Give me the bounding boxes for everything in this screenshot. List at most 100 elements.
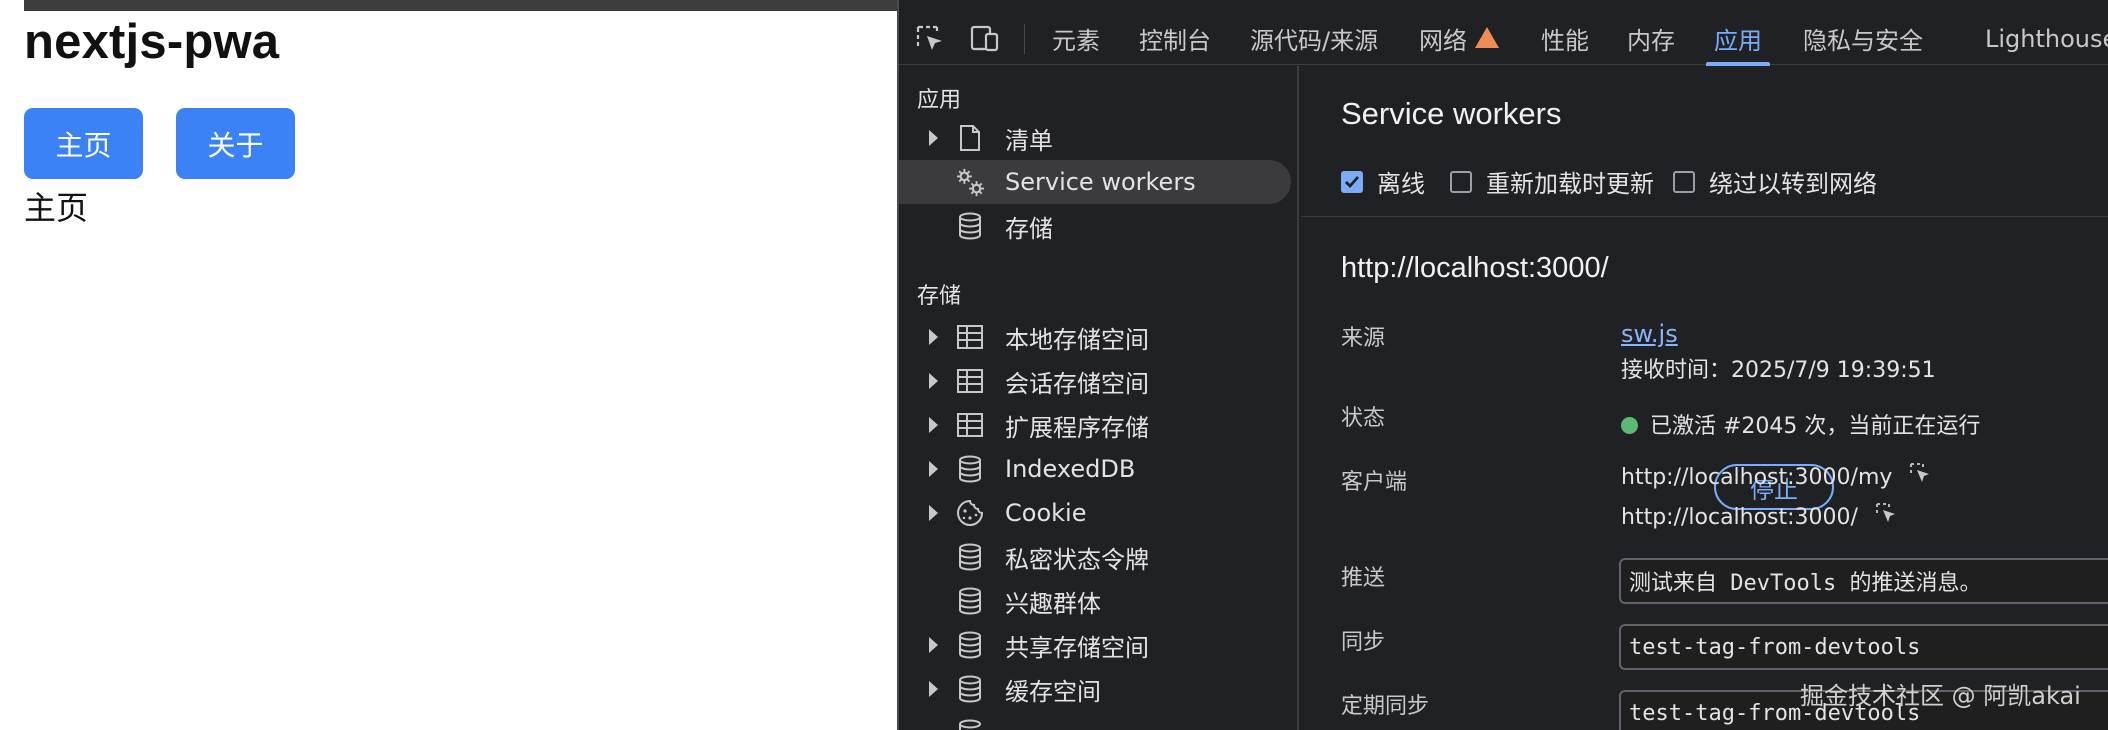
- sidebar-item-session-storage[interactable]: 会话存储空间: [899, 359, 1291, 403]
- status-running-icon: [1621, 416, 1638, 434]
- tab-lighthouse[interactable]: Lighthouse: [1985, 12, 2108, 65]
- tab-privacy-security[interactable]: 隐私与安全: [1803, 12, 1923, 65]
- source-link[interactable]: sw.js: [1621, 320, 1678, 348]
- checkbox-unchecked-icon[interactable]: [1673, 170, 1695, 193]
- offline-checkbox[interactable]: 离线: [1341, 164, 1425, 199]
- expand-arrow-icon[interactable]: [929, 373, 938, 389]
- sidebar-item-partial[interactable]: [899, 711, 1291, 730]
- tab-label: 隐私与安全: [1803, 27, 1923, 55]
- tab-label: 控制台: [1139, 27, 1211, 55]
- sidebar-item-label: 存储: [1005, 214, 1053, 243]
- sidebar-item-cache-storage[interactable]: 缓存空间: [899, 667, 1291, 711]
- sidebar-item-label: 缓存空间: [1005, 677, 1101, 706]
- checkbox-label: 绕过以转到网络: [1709, 170, 1877, 198]
- sidebar-item-label: Cookie: [1005, 499, 1087, 527]
- sidebar-item-label: 扩展程序存储: [1005, 413, 1149, 442]
- bypass-for-network-checkbox[interactable]: 绕过以转到网络: [1673, 164, 1877, 199]
- tab-console[interactable]: 控制台: [1139, 12, 1211, 65]
- checkbox-checked-icon[interactable]: [1341, 170, 1363, 193]
- sidebar-section-application: 应用: [917, 88, 962, 113]
- sidebar-item-label: 本地存储空间: [1005, 325, 1149, 354]
- database-icon: [955, 718, 985, 730]
- sidebar-item-indexeddb[interactable]: IndexedDB: [899, 447, 1291, 491]
- sw-origin: http://localhost:3000/: [1341, 252, 1609, 284]
- inspect-element-icon[interactable]: [913, 22, 947, 56]
- sync-label: 同步: [1341, 630, 1386, 655]
- database-icon: [955, 211, 985, 241]
- expand-arrow-icon[interactable]: [929, 329, 938, 345]
- sidebar-item-manifest[interactable]: 清单: [899, 116, 1291, 160]
- database-icon: [955, 454, 985, 484]
- status-text: 已激活 #2045 次，当前正在运行: [1650, 414, 1981, 439]
- source-label: 来源: [1341, 326, 1386, 351]
- periodic-sync-label: 定期同步: [1341, 694, 1430, 719]
- focus-client-icon[interactable]: [1875, 502, 1897, 530]
- device-toolbar-icon[interactable]: [967, 22, 1001, 56]
- tab-application[interactable]: 应用: [1706, 12, 1770, 66]
- sidebar-item-label: Service workers: [1005, 168, 1196, 196]
- tab-label: 应用: [1714, 27, 1762, 55]
- sidebar-item-label: 私密状态令牌: [1005, 545, 1149, 574]
- clients-label: 客户端: [1341, 470, 1408, 495]
- document-icon: [955, 123, 985, 153]
- tab-memory[interactable]: 内存: [1627, 12, 1675, 65]
- push-label: 推送: [1341, 566, 1386, 591]
- tab-network[interactable]: 网络: [1419, 12, 1499, 65]
- database-icon: [955, 674, 985, 704]
- toolbar-separator: [1024, 24, 1025, 54]
- status-label: 状态: [1341, 406, 1386, 431]
- service-workers-panel: Service workers 离线 重新加载时更新 绕过以转到网络 http:…: [1301, 66, 2108, 730]
- cookie-icon: [955, 498, 985, 528]
- tab-performance[interactable]: 性能: [1541, 12, 1589, 65]
- expand-arrow-icon[interactable]: [929, 130, 938, 146]
- expand-arrow-icon[interactable]: [929, 681, 938, 697]
- client-url: http://localhost:3000/my: [1621, 465, 1893, 490]
- checkbox-label: 离线: [1377, 170, 1425, 198]
- sidebar-item-service-workers[interactable]: Service workers: [899, 160, 1291, 204]
- expand-arrow-icon[interactable]: [929, 505, 938, 521]
- table-icon: [955, 410, 985, 440]
- tab-label: 源代码/来源: [1250, 27, 1379, 55]
- table-icon: [955, 322, 985, 352]
- home-button[interactable]: 主页: [24, 108, 143, 179]
- tab-label: Lighthouse: [1985, 24, 2108, 53]
- gears-icon: [955, 167, 985, 197]
- database-icon: [955, 586, 985, 616]
- tab-label: 网络: [1419, 27, 1467, 55]
- sidebar-item-private-state-tokens[interactable]: 私密状态令牌: [899, 535, 1291, 579]
- watermark: 掘金技术社区 @ 阿凯akai: [1800, 682, 2081, 710]
- database-icon: [955, 542, 985, 572]
- update-on-reload-checkbox[interactable]: 重新加载时更新: [1450, 164, 1654, 199]
- database-icon: [955, 630, 985, 660]
- expand-arrow-icon[interactable]: [929, 461, 938, 477]
- expand-arrow-icon[interactable]: [929, 417, 938, 433]
- sidebar-item-storage[interactable]: 存储: [899, 204, 1291, 248]
- tab-sources[interactable]: 源代码/来源: [1250, 12, 1378, 65]
- devtools-toolbar: 元素 控制台 源代码/来源 网络 性能 内存 应用 隐私与安全 Lighthou…: [899, 12, 2108, 66]
- client-url: http://localhost:3000/: [1621, 505, 1858, 530]
- page-content: 主页: [24, 189, 89, 227]
- sidebar-section-storage: 存储: [917, 284, 962, 309]
- focus-client-icon[interactable]: [1909, 462, 1931, 490]
- sidebar-item-local-storage[interactable]: 本地存储空间: [899, 315, 1291, 359]
- sidebar-item-label: 会话存储空间: [1005, 369, 1149, 398]
- sync-tag-input[interactable]: test-tag-from-devtools: [1619, 624, 2108, 670]
- sidebar-item-label: 共享存储空间: [1005, 633, 1149, 662]
- web-page: nextjs-pwa 主页 关于 主页: [0, 0, 897, 730]
- page-top-bar: [24, 0, 897, 11]
- sidebar-item-label: 兴趣群体: [1005, 589, 1101, 618]
- expand-arrow-icon[interactable]: [929, 637, 938, 653]
- sidebar-item-shared-storage[interactable]: 共享存储空间: [899, 623, 1291, 667]
- sidebar-item-interest-groups[interactable]: 兴趣群体: [899, 579, 1291, 623]
- push-message-input[interactable]: 测试来自 DevTools 的推送消息。: [1619, 558, 2108, 604]
- tab-label: 内存: [1627, 27, 1675, 55]
- panel-title: Service workers: [1341, 96, 1562, 131]
- tab-elements[interactable]: 元素: [1052, 12, 1100, 65]
- sidebar-item-cookie[interactable]: Cookie: [899, 491, 1291, 535]
- divider: [1301, 216, 2108, 217]
- about-button[interactable]: 关于: [176, 108, 295, 179]
- client-entry: http://localhost:3000/my: [1621, 462, 1931, 492]
- devtools-panel: 元素 控制台 源代码/来源 网络 性能 内存 应用 隐私与安全 Lighthou…: [897, 0, 2108, 730]
- sidebar-item-extension-storage[interactable]: 扩展程序存储: [899, 403, 1291, 447]
- checkbox-unchecked-icon[interactable]: [1450, 170, 1472, 193]
